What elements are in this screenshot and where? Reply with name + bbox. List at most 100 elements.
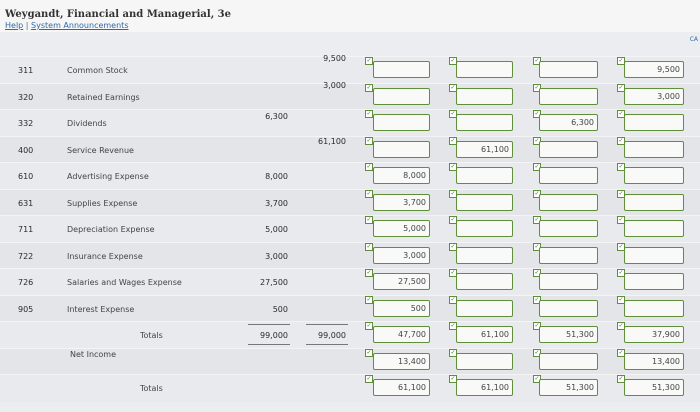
trial-balance-debit: 8,000 [265, 172, 288, 181]
account-number: 320 [18, 92, 34, 102]
trial-balance-debit: 3,000 [265, 251, 288, 261]
account-number: 726 [18, 278, 34, 287]
bs-dr-input[interactable] [539, 193, 598, 211]
is-dr-input[interactable] [373, 87, 430, 105]
account-title: Service Revenue [67, 145, 134, 155]
bs-dr-input[interactable] [539, 273, 598, 290]
trial-balance-debit: 5,000 [265, 225, 288, 234]
bs-dr-input[interactable] [539, 140, 598, 158]
total-rule [306, 324, 348, 325]
bs-cr-input[interactable] [624, 167, 684, 184]
account-number: 905 [18, 304, 34, 314]
bs-dr-input[interactable]: 6,300 [539, 114, 598, 131]
is-cr-input[interactable] [456, 273, 513, 290]
is-dr-input[interactable]: 61,100 [373, 379, 430, 396]
is-cr-input[interactable] [456, 352, 513, 370]
is-dr-input[interactable] [373, 114, 430, 131]
is-cr-input[interactable] [456, 114, 513, 131]
bs-dr-input[interactable]: 51,300 [539, 379, 598, 396]
account-number: 311 [18, 66, 34, 75]
is-cr-input[interactable] [456, 220, 513, 237]
help-link[interactable]: Help [5, 21, 23, 30]
trial-balance-debit: 27,500 [260, 278, 288, 287]
check-indicator: ✓ [365, 295, 373, 304]
bs-cr-input[interactable]: 13,400 [624, 352, 684, 370]
account-title: Common Stock [67, 66, 128, 75]
worksheet-row: Net Income ✓ 13,400 ✓ ✓ ✓ 13,400 [0, 347, 700, 375]
worksheet-row: 711 Depreciation Expense 5,000 ✓ 5,000 ✓ ✓ ✓ [0, 215, 700, 243]
worksheet-row: 722 Insurance Expense 3,000 ✓ 3,000 ✓ ✓ ✓ [0, 241, 700, 269]
bs-cr-input[interactable]: 3,000 [624, 87, 684, 105]
is-dr-input[interactable]: 47,700 [373, 326, 430, 343]
trial-balance-debit: 99,000 [260, 331, 288, 340]
is-cr-input[interactable] [456, 167, 513, 184]
worksheet-row: 320 Retained Earnings 3,000 ✓ ✓ ✓ ✓ 3,000 [0, 81, 700, 110]
check-indicator: ✓ [365, 242, 373, 251]
link-separator: | [25, 21, 29, 30]
totals-label: Totals [140, 331, 163, 340]
bs-cr-input[interactable] [624, 246, 684, 264]
bs-dr-input[interactable] [539, 299, 598, 317]
check-indicator: ✓ [365, 348, 373, 357]
total-rule [306, 344, 348, 345]
check-indicator: ✓ [365, 216, 373, 224]
check-indicator: ✓ [365, 57, 373, 65]
bs-cr-input[interactable] [624, 140, 684, 158]
app-header: Weygandt, Financial and Managerial, 3e H… [0, 0, 700, 32]
header-links: Help | System Announcements [5, 21, 128, 30]
bs-dr-input[interactable] [539, 246, 598, 264]
is-dr-input[interactable]: 5,000 [373, 220, 430, 237]
bs-cr-input[interactable] [624, 193, 684, 211]
bs-dr-input[interactable] [539, 167, 598, 184]
is-cr-input[interactable] [456, 299, 513, 317]
is-cr-input[interactable] [456, 87, 513, 105]
is-dr-input[interactable] [373, 61, 430, 78]
bs-cr-input[interactable] [624, 273, 684, 290]
total-rule [248, 324, 290, 325]
worksheet-row: 631 Supplies Expense 3,700 ✓ 3,700 ✓ ✓ ✓ [0, 188, 700, 216]
account-title: Depreciation Expense [67, 225, 155, 234]
bs-dr-input[interactable] [539, 87, 598, 105]
is-cr-input[interactable]: 61,100 [456, 379, 513, 396]
check-indicator: ✓ [365, 269, 373, 277]
bs-cr-input[interactable]: 37,900 [624, 326, 684, 343]
is-cr-input[interactable]: 61,100 [456, 326, 513, 343]
is-dr-input[interactable]: 13,400 [373, 352, 430, 370]
account-number: 332 [18, 119, 34, 128]
trial-balance-credit: 61,100 [318, 136, 346, 146]
bs-dr-input[interactable]: 51,300 [539, 326, 598, 343]
course-title: Weygandt, Financial and Managerial, 3e [5, 9, 231, 20]
is-dr-input[interactable]: 500 [373, 299, 430, 317]
account-title: Interest Expense [67, 304, 135, 314]
is-dr-input[interactable]: 3,000 [373, 246, 430, 264]
is-dr-input[interactable]: 3,700 [373, 193, 430, 211]
is-dr-input[interactable]: 27,500 [373, 273, 430, 290]
bs-dr-input[interactable] [539, 220, 598, 237]
bs-dr-input[interactable] [539, 352, 598, 370]
worksheet-row: 311 Common Stock 9,500 ✓ ✓ ✓ ✓ 9,500 [0, 54, 700, 84]
is-cr-input[interactable]: 61,100 [456, 140, 513, 158]
check-indicator: ✓ [365, 83, 373, 92]
worksheet-grid: 311 Common Stock 9,500 ✓ ✓ ✓ ✓ 9,500 320 Retained… [0, 54, 700, 408]
bs-cr-input[interactable] [624, 299, 684, 317]
check-indicator: ✓ [365, 322, 373, 330]
is-cr-input[interactable] [456, 246, 513, 264]
account-title: Dividends [67, 119, 107, 128]
bs-cr-input[interactable]: 51,300 [624, 379, 684, 396]
bs-cr-input[interactable] [624, 114, 684, 131]
account-number: 610 [18, 172, 34, 181]
worksheet-row: 610 Advertising Expense 8,000 ✓ 8,000 ✓ ✓ ✓ [0, 162, 700, 190]
is-cr-input[interactable] [456, 193, 513, 211]
bs-cr-input[interactable]: 9,500 [624, 61, 684, 78]
worksheet-row: 726 Salaries and Wages Expense 27,500 ✓ 27,5… [0, 268, 700, 296]
is-dr-input[interactable] [373, 140, 430, 158]
bs-cr-input[interactable] [624, 220, 684, 237]
totals-label: Totals [140, 384, 163, 393]
corner-label[interactable]: CA [690, 36, 698, 43]
is-cr-input[interactable] [456, 61, 513, 78]
bs-dr-input[interactable] [539, 61, 598, 78]
check-indicator: ✓ [365, 189, 373, 198]
is-dr-input[interactable]: 8,000 [373, 167, 430, 184]
system-announcements-link[interactable]: System Announcements [31, 21, 128, 30]
account-title: Supplies Expense [67, 198, 138, 208]
